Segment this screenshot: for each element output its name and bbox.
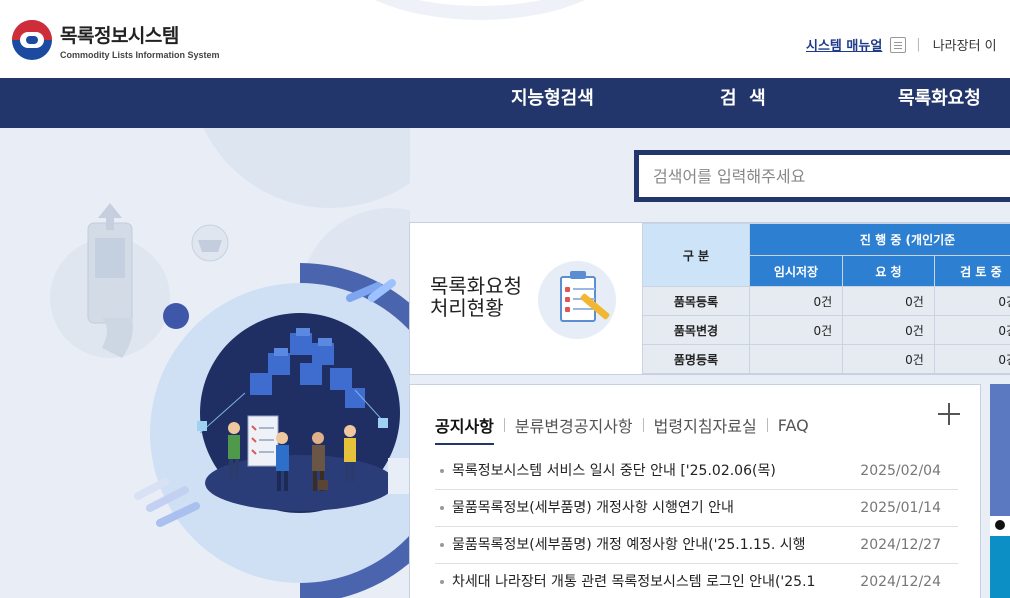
tab-law-guidelines[interactable]: 법령지침자료실 (654, 413, 757, 437)
global-navigation: 지능형검색 검 색 목록화요청 (0, 78, 1010, 128)
list-item[interactable]: 차세대 나라장터 개통 관련 목록정보시스템 로그인 안내('25.1 2024… (435, 564, 958, 598)
count-cell[interactable]: 0건 (842, 286, 935, 316)
list-item[interactable]: 물품목록정보(세부품명) 개정 예정사항 안내('25.1.15. 시행 202… (435, 527, 958, 564)
table-row: 품목등록 0건 0건 0건 (642, 286, 1010, 316)
taegeuk-logo-icon (12, 20, 52, 60)
count-cell[interactable]: 0건 (933, 344, 1010, 374)
row-label: 품명등록 (642, 344, 750, 374)
tab-divider (766, 418, 768, 432)
header-decoration (330, 0, 630, 20)
hero-illustration (0, 128, 410, 598)
business-illustration (50, 128, 410, 598)
notice-title[interactable]: 차세대 나라장터 개통 관련 목록정보시스템 로그인 안내('25.1 (452, 564, 852, 598)
count-cell[interactable]: 0건 (748, 315, 844, 345)
col-review: 검 토 중 (933, 255, 1010, 287)
tab-divider (642, 418, 644, 432)
notice-date: 2024/12/24 (860, 573, 941, 590)
bullet-icon (440, 580, 444, 584)
row-label: 품목등록 (642, 286, 750, 316)
nav-search[interactable]: 검 색 (720, 78, 766, 128)
system-manual-link[interactable]: 시스템 매뉴얼 (806, 35, 882, 54)
col-in-progress: 진 행 중 (개인기준 (748, 223, 1010, 256)
bullet-icon (440, 506, 444, 510)
table-row: 품목변경 0건 0건 0건 (642, 315, 1010, 345)
utility-links: 시스템 매뉴얼 | 나라장터 이 (806, 35, 997, 54)
main-search-box (634, 150, 1010, 202)
notice-date: 2025/02/04 (860, 462, 941, 479)
nav-intelligent-search[interactable]: 지능형검색 (511, 78, 594, 128)
clipboard-check-icon (538, 261, 616, 339)
status-title-line1: 목록화요청 (430, 274, 522, 298)
plus-icon[interactable] (938, 403, 960, 425)
list-item[interactable]: 물품목록정보(세부품명) 개정사항 시행연기 안내 2025/01/14 (435, 490, 958, 527)
status-title-line2: 처리현황 (430, 296, 504, 320)
tab-faq[interactable]: FAQ (778, 416, 809, 435)
notice-board: 공지사항 분류변경공지사항 법령지침자료실 FAQ 목록정보시스템 서비스 일시… (409, 384, 981, 598)
count-cell[interactable]: 0건 (933, 286, 1010, 316)
row-label: 품목변경 (642, 315, 750, 345)
logo-title: 목록정보시스템 (60, 25, 179, 47)
tab-notice[interactable]: 공지사항 (435, 413, 494, 445)
col-temp-save: 임시저장 (748, 255, 844, 287)
util-divider: | (916, 37, 921, 52)
document-icon[interactable] (890, 36, 907, 53)
notice-title[interactable]: 물품목록정보(세부품명) 개정 예정사항 안내('25.1.15. 시행 (452, 527, 852, 564)
logo-subtitle: Commodity Lists Information System (60, 49, 220, 60)
tab-classification-change[interactable]: 분류변경공지사항 (515, 413, 633, 437)
tab-divider (503, 418, 505, 432)
banner-panel (990, 384, 1010, 598)
status-title: 목록화요청 처리현황 (430, 275, 522, 319)
col-request: 요 청 (842, 255, 935, 287)
count-cell[interactable]: 0건 (748, 286, 844, 316)
banner-pager-dot[interactable] (995, 520, 1005, 530)
status-table: 구 분 진 행 중 (개인기준 임시저장 요 청 검 토 중 품목등록 0건 0… (642, 223, 1010, 374)
count-cell[interactable]: 0건 (842, 315, 935, 345)
notice-tabs: 공지사항 분류변경공지사항 법령지침자료실 FAQ (435, 413, 809, 445)
table-row: 품명등록 0건 0건 (642, 344, 1010, 374)
list-item[interactable]: 목록정보시스템 서비스 일시 중단 안내 ['25.02.06(목) 2025/… (435, 453, 958, 490)
nara-marketplace-link[interactable]: 나라장터 이 (933, 35, 997, 54)
request-status-panel: 목록화요청 처리현황 구 분 진 행 중 (개인기준 임시저장 요 청 검 토 … (409, 222, 1010, 375)
col-gubun: 구 분 (642, 223, 750, 287)
count-cell[interactable]: 0건 (933, 315, 1010, 345)
search-input[interactable] (639, 155, 1010, 197)
notice-date: 2025/01/14 (860, 499, 941, 516)
count-cell (748, 344, 844, 374)
notice-date: 2024/12/27 (860, 536, 941, 553)
notice-title[interactable]: 목록정보시스템 서비스 일시 중단 안내 ['25.02.06(목) (452, 453, 852, 490)
site-logo[interactable]: 목록정보시스템 Commodity Lists Information Syst… (12, 20, 220, 60)
header: 목록정보시스템 Commodity Lists Information Syst… (0, 0, 1010, 78)
nav-listing-request[interactable]: 목록화요청 (898, 78, 981, 128)
notice-title[interactable]: 물품목록정보(세부품명) 개정사항 시행연기 안내 (452, 490, 852, 527)
bullet-icon (440, 469, 444, 473)
notice-list: 목록정보시스템 서비스 일시 중단 안내 ['25.02.06(목) 2025/… (435, 453, 958, 598)
count-cell[interactable]: 0건 (842, 344, 935, 374)
bullet-icon (440, 543, 444, 547)
